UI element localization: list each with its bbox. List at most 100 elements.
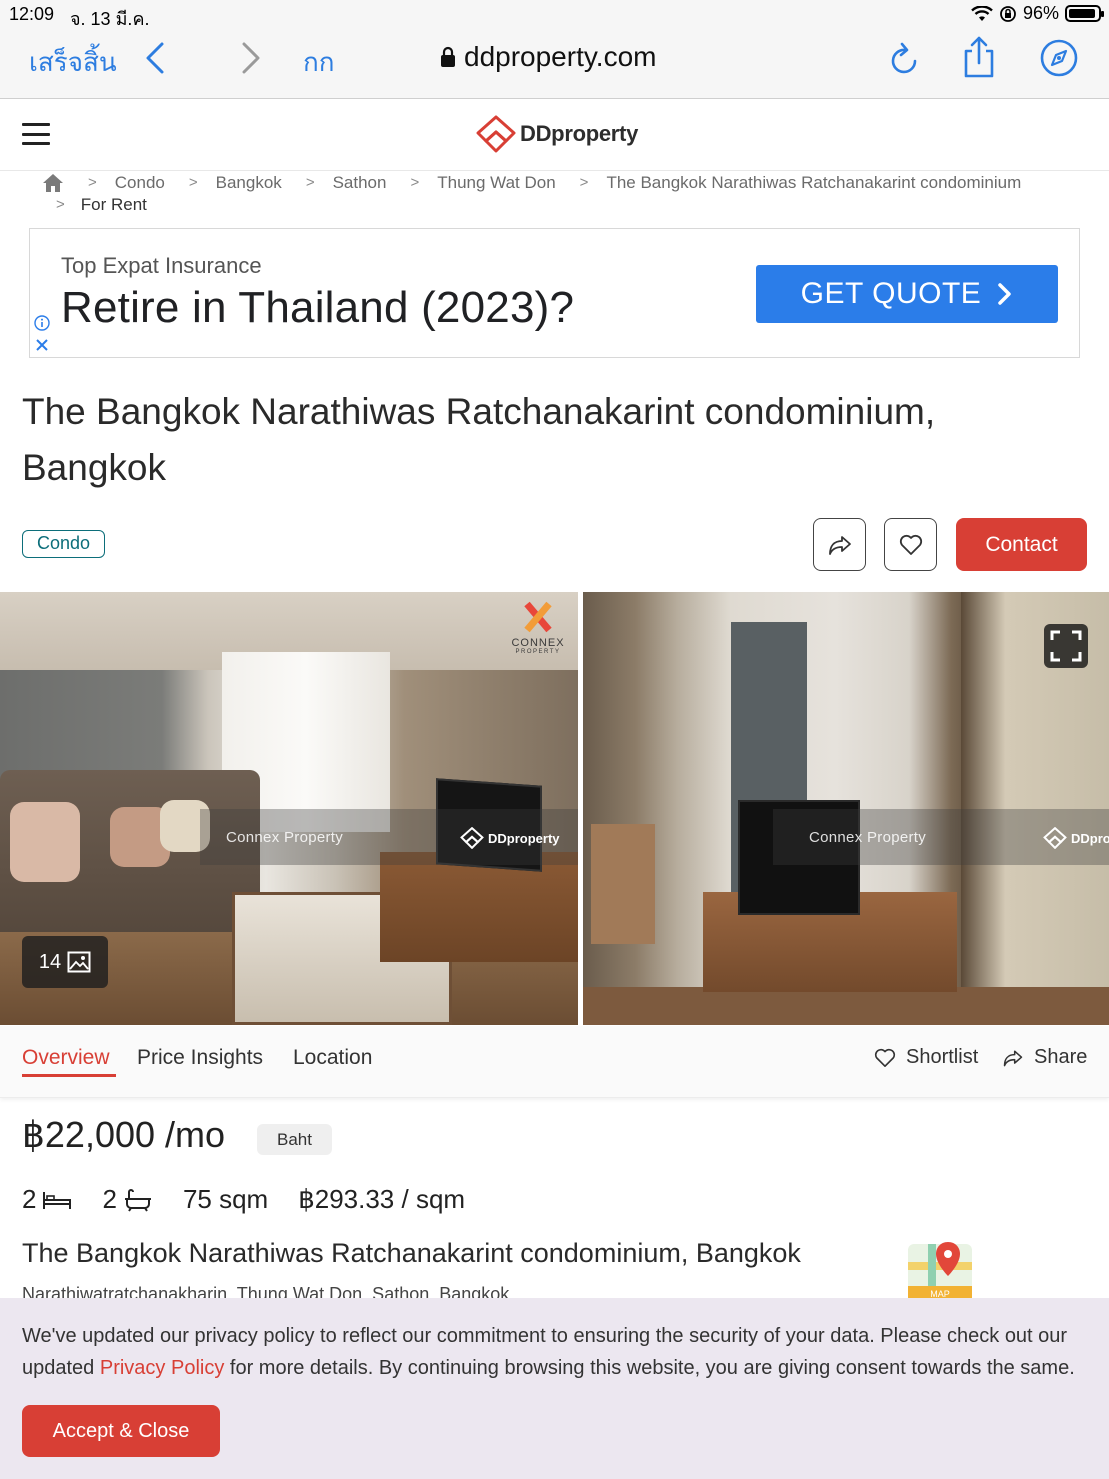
floor-area: 75 sqm [182,1184,269,1214]
breadcrumb-item-condo[interactable]: Condo [115,172,165,194]
photo-count-button[interactable]: 14 [22,936,108,988]
page: 12:09 จ. 13 มี.ค. 96% เสร็จสิ้น กก ddpro… [0,0,1109,1479]
price-per-sqm: ฿293.33 / sqm [298,1184,466,1214]
privacy-text-after: for more details. By continuing browsing… [224,1357,1075,1379]
section-tabs: Overview Price Insights Location Shortli… [0,1026,1109,1098]
ad-close-icon[interactable] [34,337,50,353]
favorite-button[interactable] [884,518,937,571]
bedroom-count: 2 [22,1184,37,1214]
active-tab-indicator [22,1074,116,1077]
privacy-policy-link[interactable]: Privacy Policy [100,1357,224,1379]
privacy-message: We've updated our privacy policy to refl… [22,1320,1092,1384]
image-icon [67,951,91,973]
chevron-right-icon: > [579,174,589,191]
browser-toolbar: เสร็จสิ้น กก ddproperty.com [0,28,1109,99]
connex-x-icon [524,601,552,633]
contact-button[interactable]: Contact [956,518,1087,571]
logo-text: DDproperty [520,121,639,146]
listing-title: The Bangkok Narathiwas Ratchanakarint co… [22,391,936,488]
chevron-right-icon: > [56,196,65,213]
privacy-banner: We've updated our privacy policy to refl… [0,1298,1109,1479]
bed-icon [43,1191,72,1209]
site-header: DDproperty [0,99,1109,171]
share-icon[interactable] [960,34,998,80]
photo-count: 14 [38,950,62,973]
status-time: 12:09 [9,4,55,24]
property-specs: 2 2 75 sqm ฿293.33 / sqm [22,1184,495,1215]
breadcrumb: > Condo > Bangkok > Sathon > Thung Wat D… [42,172,1082,216]
get-quote-button[interactable]: GET QUOTE [756,265,1058,323]
ddproperty-logo-icon [460,827,484,849]
listing-photo-bedroom[interactable]: Connex Property DDpro [583,592,1109,1025]
watermark-logo-text: DDproperty [488,830,560,846]
watermark-logo-text: DDpro [1071,830,1109,846]
breadcrumb-item-bangkok[interactable]: Bangkok [216,172,282,194]
project-name: The Bangkok Narathiwas Ratchanakarint co… [22,1238,801,1268]
fullscreen-button[interactable] [1044,624,1088,668]
compass-icon[interactable] [1039,38,1079,78]
currency-selector[interactable]: Baht [257,1124,332,1155]
map-icon[interactable]: MAP [902,1236,978,1300]
fullscreen-icon [1050,630,1082,662]
share-arrow-icon [1003,1049,1023,1066]
chevron-right-icon: > [188,174,198,191]
url-text: ddproperty.com [464,41,657,72]
bathrooms-spec: 2 [102,1184,152,1215]
ddproperty-logo-icon [476,115,516,153]
tab-price-insights[interactable]: Price Insights [137,1046,263,1070]
share-label: Share [1034,1046,1088,1068]
back-icon[interactable] [140,38,170,78]
reload-icon[interactable] [888,40,922,78]
shortlist-button[interactable]: Shortlist [874,1046,978,1069]
menu-icon[interactable] [22,123,50,145]
heart-icon [899,534,922,555]
wifi-icon [971,5,993,21]
chevron-right-icon: > [88,174,97,191]
bedrooms-spec: 2 [22,1184,72,1215]
watermark-text: Connex Property [226,829,344,846]
lock-icon [441,46,455,67]
chevron-right-icon: > [410,174,420,191]
share-listing-button[interactable] [813,518,866,571]
area-spec: 75 sqm [183,1184,268,1215]
breadcrumb-current: For Rent [80,195,147,214]
forward-icon[interactable] [236,38,266,78]
status-indicators: 96% [971,3,1104,24]
tab-location[interactable]: Location [293,1046,372,1070]
status-bar: 12:09 จ. 13 มี.ค. 96% [0,0,1109,29]
connex-logo: CONNEX PROPERTY [506,600,570,655]
bathtub-icon [124,1188,151,1212]
done-button[interactable]: เสร็จสิ้น [29,42,117,83]
tab-overview[interactable]: Overview [22,1046,110,1070]
share-arrow-icon [828,535,851,555]
photo-gallery[interactable]: Connex Property DDproperty CONNEX PROPER… [0,592,1109,1025]
watermark-logo: DDproperty [460,827,560,849]
breadcrumb-item-project[interactable]: The Bangkok Narathiwas Ratchanakarint co… [606,172,1021,194]
heart-icon [874,1048,896,1067]
breadcrumb-item-sathon[interactable]: Sathon [333,172,387,194]
orientation-lock-icon [1000,5,1016,22]
watermark-text: Connex Property [809,829,927,846]
get-quote-label: GET QUOTE [800,277,982,310]
watermark-logo: DDpro [1043,827,1109,849]
bathroom-count: 2 [102,1184,117,1214]
chevron-right-icon: > [305,174,315,191]
shortlist-label: Shortlist [906,1046,979,1068]
ad-headline[interactable]: Retire in Thailand (2023)? [61,283,574,333]
battery-percent: 96% [1022,3,1059,23]
connex-logo-sub: PROPERTY [515,649,561,655]
home-icon[interactable] [42,173,64,193]
breadcrumb-item-thung-wat-don[interactable]: Thung Wat Don [437,172,555,194]
ad-sponsor: Top Expat Insurance [61,253,262,278]
ad-banner[interactable]: Top Expat Insurance Retire in Thailand (… [29,228,1080,358]
connex-logo-text: CONNEX [511,637,565,649]
text-size-button[interactable]: กก [303,42,334,83]
share-button[interactable]: Share [1002,1046,1087,1069]
ddproperty-logo-icon [1043,827,1067,849]
accept-close-button[interactable]: Accept & Close [22,1405,220,1457]
ad-info-icon[interactable] [34,315,50,331]
rent-price: ฿22,000 /mo [22,1114,226,1155]
address-bar[interactable]: ddproperty.com [440,41,656,73]
site-logo[interactable]: DDproperty [476,115,638,153]
property-type-tag: Condo [22,530,106,558]
